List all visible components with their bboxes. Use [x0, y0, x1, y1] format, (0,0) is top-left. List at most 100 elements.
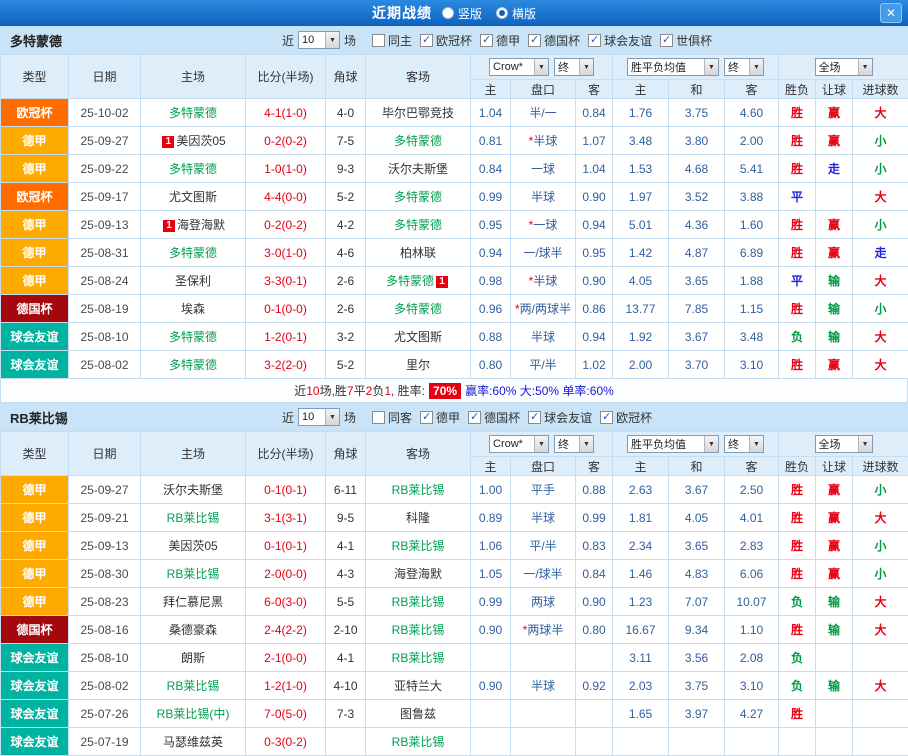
away-team-cell: 沃尔夫斯堡: [366, 155, 471, 183]
odds-provider-select[interactable]: Crow*▼: [489, 58, 549, 76]
away-team-cell: 多特蒙德: [366, 183, 471, 211]
away-team-cell: 多特蒙德1: [366, 267, 471, 295]
league-filter-checkbox-0[interactable]: ✓德甲: [420, 409, 460, 426]
record-summary: 近10场,胜7平2负1, 胜率:70%赢率:60% 大:50% 单率:60%: [0, 379, 908, 403]
handicap-result-cell: 走: [816, 155, 853, 183]
handicap-cell: [511, 700, 576, 728]
away-team-cell: RB莱比锡: [366, 728, 471, 756]
league-filter-checkbox-0[interactable]: ✓欧冠杯: [420, 32, 472, 49]
away-team-cell: 尤文图斯: [366, 323, 471, 351]
avg-stage-select[interactable]: 终▼: [724, 435, 764, 453]
league-filter-checkbox-1[interactable]: ✓德国杯: [468, 409, 520, 426]
view-mode-label: 竖版: [458, 5, 482, 22]
same-venue-checkbox[interactable]: 同主: [372, 32, 412, 49]
same-venue-checkbox[interactable]: 同客: [372, 409, 412, 426]
odds-stage-select-value: 终: [555, 436, 569, 452]
score-cell: 2-1(0-0): [246, 644, 326, 672]
league-filter-checkbox-3[interactable]: ✓球会友谊: [588, 32, 652, 49]
team-name: 多特蒙德: [169, 106, 217, 120]
handicap-result-cell: 输: [816, 267, 853, 295]
league-filter-checkbox-3-label: 球会友谊: [604, 32, 652, 49]
sub-header: 客: [725, 80, 779, 99]
date-cell: 25-07-19: [69, 728, 141, 756]
avg-draw-cell: 3.80: [669, 127, 725, 155]
team-title: RB莱比锡: [10, 408, 278, 427]
handicap-cell: [511, 728, 576, 756]
league-filter-checkbox-1-label: 德国杯: [484, 409, 520, 426]
avg-home-cell: 2.63: [613, 476, 669, 504]
col-score-header: 比分(半场): [246, 432, 326, 476]
avg-type-select-value: 胜平负均值: [628, 59, 686, 75]
avg-away-cell: 3.48: [725, 323, 779, 351]
score-cell: 1-0(1-0): [246, 155, 326, 183]
scope-select[interactable]: 全场▼: [815, 58, 873, 76]
goals-result-cell: [853, 700, 908, 728]
league-type-cell: 德甲: [1, 267, 69, 295]
league-filter-checkbox-1-label: 德甲: [496, 32, 520, 49]
away-odds-cell: [576, 644, 613, 672]
col-date-header: 日期: [69, 432, 141, 476]
league-type-cell: 球会友谊: [1, 728, 69, 756]
odds-stage-select[interactable]: 终▼: [554, 435, 594, 453]
chevron-down-icon: ▼: [704, 436, 718, 452]
date-cell: 25-09-13: [69, 211, 141, 239]
team-name: 多特蒙德: [169, 330, 217, 344]
away-odds-cell: 0.94: [576, 323, 613, 351]
sub-header: 盘口: [511, 80, 576, 99]
home-odds-cell: 0.81: [471, 127, 511, 155]
avg-away-cell: 3.10: [725, 351, 779, 379]
avg-draw-cell: 9.34: [669, 616, 725, 644]
red-card-badge: 1: [162, 136, 174, 148]
same-venue-checkbox-label: 同主: [388, 32, 412, 49]
avg-away-cell: 5.41: [725, 155, 779, 183]
league-filter-checkbox-1[interactable]: ✓德甲: [480, 32, 520, 49]
same-venue-checkbox-label: 同客: [388, 409, 412, 426]
avg-away-cell: 2.50: [725, 476, 779, 504]
league-filter-checkbox-2-label: 球会友谊: [544, 409, 592, 426]
chevron-down-icon: ▼: [534, 59, 548, 75]
result-cell: 胜: [779, 476, 816, 504]
scope-select[interactable]: 全场▼: [815, 435, 873, 453]
home-team-cell: 多特蒙德: [141, 239, 246, 267]
avg-home-cell: 1.81: [613, 504, 669, 532]
home-odds-cell: 0.90: [471, 616, 511, 644]
avg-type-select[interactable]: 胜平负均值▼: [627, 435, 719, 453]
handicap-result-cell: 输: [816, 295, 853, 323]
league-filter-checkbox-3[interactable]: ✓欧冠杯: [600, 409, 652, 426]
handicap-cell: 半/一: [511, 99, 576, 127]
avg-draw-cell: 3.65: [669, 267, 725, 295]
avg-stage-select-value: 终: [725, 59, 739, 75]
league-filter-checkbox-4[interactable]: ✓世俱杯: [660, 32, 712, 49]
away-team-cell: RB莱比锡: [366, 644, 471, 672]
avg-draw-cell: 4.87: [669, 239, 725, 267]
scope-select-value: 全场: [816, 436, 841, 452]
avg-stage-select[interactable]: 终▼: [724, 58, 764, 76]
goals-result-cell: 小: [853, 155, 908, 183]
view-mode-radio-0[interactable]: 竖版: [442, 5, 482, 22]
match-row: 球会友谊25-07-19马瑟维兹英0-3(0-2)RB莱比锡: [1, 728, 908, 756]
home-team-cell: 朗斯: [141, 644, 246, 672]
league-filter-checkbox-2[interactable]: ✓德国杯: [528, 32, 580, 49]
odds-provider-select[interactable]: Crow*▼: [489, 435, 549, 453]
view-mode-radio-1[interactable]: 横版: [496, 5, 536, 22]
score-cell: 3-0(1-0): [246, 239, 326, 267]
avg-home-cell: 1.92: [613, 323, 669, 351]
sub-header: 客: [576, 457, 613, 476]
team-name: 朗斯: [181, 651, 205, 665]
match-count-select[interactable]: 10▼: [298, 408, 340, 426]
result-cell: [779, 728, 816, 756]
avg-type-select[interactable]: 胜平负均值▼: [627, 58, 719, 76]
avg-away-cell: 10.07: [725, 588, 779, 616]
away-odds-cell: 0.83: [576, 532, 613, 560]
odds-stage-select[interactable]: 终▼: [554, 58, 594, 76]
avg-away-cell: 3.10: [725, 672, 779, 700]
avg-home-cell: 3.48: [613, 127, 669, 155]
league-type-cell: 德国杯: [1, 616, 69, 644]
league-type-cell: 德甲: [1, 560, 69, 588]
match-count-select[interactable]: 10▼: [298, 31, 340, 49]
away-team-cell: 毕尔巴鄂竞技: [366, 99, 471, 127]
avg-home-cell: 2.03: [613, 672, 669, 700]
checkbox-icon: ✓: [480, 34, 493, 47]
league-filter-checkbox-2[interactable]: ✓球会友谊: [528, 409, 592, 426]
close-button[interactable]: ✕: [880, 3, 902, 23]
